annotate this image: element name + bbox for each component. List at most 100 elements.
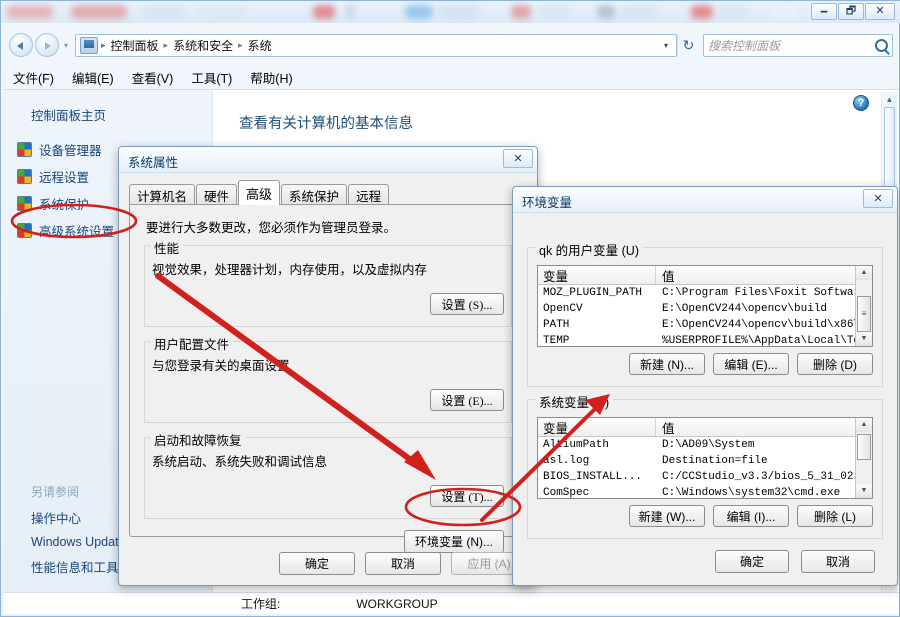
- cancel-button[interactable]: 取消: [365, 552, 441, 575]
- maximize-button[interactable]: 🗗: [838, 3, 864, 20]
- environment-variables-button[interactable]: 环境变量 (N)...: [404, 530, 504, 553]
- edit-system-variable-button[interactable]: 编辑 (I)...: [713, 505, 789, 527]
- address-dropdown-icon[interactable]: ▾: [658, 41, 674, 50]
- menu-view[interactable]: 查看(V): [132, 68, 174, 87]
- column-header-value[interactable]: 值: [656, 418, 872, 436]
- variable-value: %USERPROFILE%\AppData\Local\Temp: [662, 335, 855, 346]
- page-title: 查看有关计算机的基本信息: [239, 116, 413, 132]
- recent-pages-dropdown[interactable]: ▾: [59, 33, 73, 57]
- new-system-variable-button[interactable]: 新建 (W)...: [629, 505, 705, 527]
- scroll-down-icon[interactable]: ▼: [856, 484, 872, 498]
- tab-system-protection[interactable]: 系统保护: [281, 184, 348, 205]
- system-properties-close-button[interactable]: ✕: [503, 149, 533, 168]
- table-row[interactable]: MOZ_PLUGIN_PATH C:\Program Files\Foxit S…: [538, 285, 855, 301]
- scrollbar-thumb[interactable]: ≡: [857, 296, 871, 332]
- variable-name: OpenCV: [543, 303, 583, 315]
- table-row[interactable]: BIOS_INSTALL... C:/CCStudio_v3.3/bios_5_…: [538, 469, 855, 485]
- sidebar-item-label: 远程设置: [39, 171, 90, 185]
- user-profiles-legend: 用户配置文件: [150, 334, 234, 353]
- breadcrumb-system[interactable]: 系统: [244, 37, 276, 54]
- search-input[interactable]: 搜索控制面板: [703, 33, 893, 57]
- table-row[interactable]: asl.log Destination=file: [538, 453, 855, 469]
- delete-user-variable-button[interactable]: 删除 (D): [797, 353, 873, 375]
- tab-computer-name[interactable]: 计算机名: [129, 184, 196, 205]
- cancel-button[interactable]: 取消: [801, 550, 875, 573]
- scroll-up-icon[interactable]: ▲: [856, 418, 872, 432]
- variable-name: MOZ_PLUGIN_PATH: [543, 287, 643, 299]
- user-variables-rows: MOZ_PLUGIN_PATH C:\Program Files\Foxit S…: [538, 285, 855, 346]
- tab-hardware[interactable]: 硬件: [196, 184, 238, 205]
- environment-variables-dialog: 环境变量 ✕ qk 的用户变量 (U) 变量 值 MOZ_PLUGIN_PATH…: [512, 186, 898, 586]
- environment-variables-close-button[interactable]: ✕: [863, 189, 893, 208]
- help-icon[interactable]: ?: [853, 95, 869, 111]
- workgroup-label: 工作组:: [241, 597, 281, 611]
- system-variables-legend: 系统变量 (S): [535, 392, 614, 411]
- system-variables-scrollbar[interactable]: ▲ ▼: [855, 418, 872, 498]
- menu-file[interactable]: 文件(F): [13, 68, 54, 87]
- tab-advanced[interactable]: 高级: [238, 180, 281, 205]
- address-bar[interactable]: ▸ 控制面板 ▸ 系统和安全 ▸ 系统 ▾: [75, 33, 677, 57]
- delete-system-variable-button[interactable]: 删除 (L): [797, 505, 873, 527]
- menu-bar: 文件(F) 编辑(E) 查看(V) 工具(T) 帮助(H): [1, 65, 900, 89]
- environment-variables-title: 环境变量: [522, 196, 573, 210]
- user-profiles-settings-button[interactable]: 设置 (E)...: [430, 389, 504, 411]
- close-button[interactable]: ✕: [865, 3, 895, 20]
- menu-help[interactable]: 帮助(H): [250, 68, 292, 87]
- variable-value: E:\OpenCV244\opencv\build: [662, 303, 828, 315]
- startup-recovery-description: 系统启动、系统失败和调试信息: [152, 455, 328, 469]
- column-header-variable[interactable]: 变量: [538, 418, 656, 436]
- table-row[interactable]: AltiumPath D:\AD09\System: [538, 437, 855, 453]
- variable-name: BIOS_INSTALL...: [543, 471, 643, 483]
- table-row[interactable]: PATH E:\OpenCV244\opencv\build\x86\v...: [538, 317, 855, 333]
- table-row[interactable]: OpenCV E:\OpenCV244\opencv\build: [538, 301, 855, 317]
- user-variables-buttons: 新建 (N)... 编辑 (E)... 删除 (D): [629, 353, 873, 375]
- user-variables-list[interactable]: 变量 值 MOZ_PLUGIN_PATH C:\Program Files\Fo…: [537, 265, 873, 347]
- window-controls[interactable]: 🗕 🗗 ✕: [811, 3, 895, 20]
- address-bar-row: ▾ ▸ 控制面板 ▸ 系统和安全 ▸ 系统 ▾ ↻ 搜索控制面板: [1, 27, 900, 63]
- sidebar-item-control-panel-home[interactable]: 控制面板主页: [3, 102, 212, 136]
- shield-icon: [17, 196, 32, 211]
- shield-icon: [17, 169, 32, 184]
- breadcrumb-control-panel[interactable]: 控制面板: [107, 37, 163, 54]
- minimize-button[interactable]: 🗕: [811, 3, 837, 20]
- tab-label: 硬件: [204, 189, 230, 204]
- back-button[interactable]: [9, 33, 33, 57]
- column-header-variable[interactable]: 变量: [538, 266, 656, 284]
- new-user-variable-button[interactable]: 新建 (N)...: [629, 353, 705, 375]
- sidebar-item-label: 高级系统设置: [39, 225, 115, 239]
- admin-notice-text: 要进行大多数更改，您必须作为管理员登录。: [146, 221, 397, 235]
- shield-icon: [17, 142, 32, 157]
- system-variables-header: 变量 值: [538, 418, 872, 437]
- menu-tools[interactable]: 工具(T): [191, 68, 232, 87]
- refresh-icon[interactable]: ↻: [677, 34, 699, 56]
- variable-value: C:/CCStudio_v3.3/bios_5_31_02: [662, 471, 854, 483]
- performance-description: 视觉效果，处理器计划，内存使用，以及虚拟内存: [152, 263, 428, 277]
- system-variables-list[interactable]: 变量 值 AltiumPath D:\AD09\System asl.log D…: [537, 417, 873, 499]
- close-icon: ✕: [873, 193, 883, 205]
- scroll-up-icon[interactable]: ▲: [882, 92, 897, 107]
- user-variables-scrollbar[interactable]: ▲ ≡ ▼: [855, 266, 872, 346]
- startup-recovery-settings-button[interactable]: 设置 (T)...: [430, 485, 504, 507]
- breadcrumb-system-and-security[interactable]: 系统和安全: [169, 37, 237, 54]
- table-row[interactable]: ComSpec C:\Windows\system32\cmd.exe: [538, 485, 855, 498]
- forward-button[interactable]: [35, 33, 59, 57]
- system-properties-body: 计算机名 硬件 高级 系统保护 远程 要进行大多数更改，您必须作为管理员登录。 …: [119, 173, 537, 585]
- performance-settings-button[interactable]: 设置 (S)...: [430, 293, 504, 315]
- ok-button[interactable]: 确定: [715, 550, 789, 573]
- advanced-tab-page: 要进行大多数更改，您必须作为管理员登录。 性能 视觉效果，处理器计划，内存使用，…: [129, 204, 527, 553]
- column-header-value[interactable]: 值: [656, 266, 872, 284]
- user-variables-header: 变量 值: [538, 266, 872, 285]
- scrollbar-thumb[interactable]: [857, 434, 871, 460]
- edit-user-variable-button[interactable]: 编辑 (E)...: [713, 353, 789, 375]
- ok-button[interactable]: 确定: [279, 552, 355, 575]
- menu-edit[interactable]: 编辑(E): [72, 68, 114, 87]
- tab-remote[interactable]: 远程: [348, 184, 390, 205]
- scroll-down-icon[interactable]: ▼: [856, 332, 872, 346]
- table-row[interactable]: TEMP %USERPROFILE%\AppData\Local\Temp: [538, 333, 855, 346]
- scroll-up-icon[interactable]: ▲: [856, 266, 872, 280]
- system-properties-footer: 确定 取消 应用 (A): [279, 552, 527, 575]
- user-profiles-description: 与您登录有关的桌面设置: [152, 359, 290, 373]
- search-icon[interactable]: [875, 38, 888, 52]
- variable-name: TEMP: [543, 335, 570, 346]
- variable-name: asl.log: [543, 455, 590, 467]
